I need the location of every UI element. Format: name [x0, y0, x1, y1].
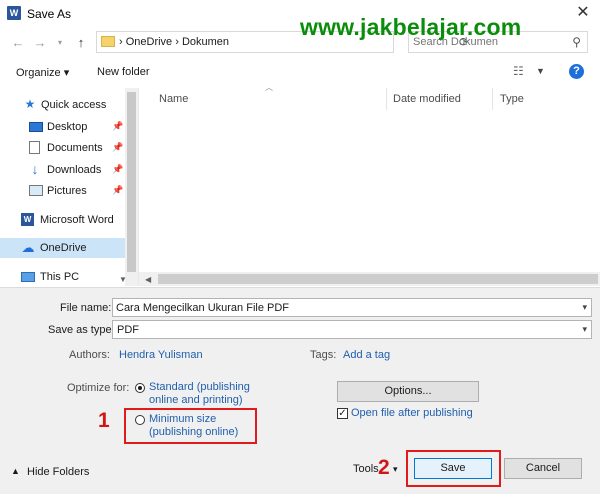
authors-value[interactable]: Hendra Yulisman	[119, 349, 203, 361]
sidebar-item-label: Downloads	[47, 164, 102, 176]
authors-label: Authors:	[69, 349, 110, 361]
file-name-combobox[interactable]: ▾	[112, 298, 592, 317]
file-name-label: File name:	[60, 302, 112, 314]
tags-label: Tags:	[310, 349, 337, 361]
chevron-down-icon[interactable]: ▾	[582, 324, 587, 335]
file-name-input[interactable]	[116, 301, 570, 314]
options-button[interactable]: Options...	[337, 381, 479, 402]
chevron-down-icon[interactable]: ▾	[393, 464, 398, 475]
pin-icon[interactable]: 📌	[112, 142, 123, 153]
download-arrow-icon: ↓	[31, 161, 39, 177]
desktop-icon	[29, 122, 43, 132]
open-after-publishing-checkbox[interactable]: ✓	[337, 408, 348, 419]
minimum-size-radio[interactable]	[135, 415, 145, 425]
sidebar-item-label: Documents	[47, 142, 103, 154]
star-icon: ★	[24, 97, 36, 111]
minimum-size-option-line2[interactable]: (publishing online)	[149, 426, 238, 438]
recent-locations-button[interactable]: ▾	[52, 35, 68, 51]
step-2-marker: 2	[378, 456, 390, 479]
chevron-up-icon[interactable]: ▲	[11, 466, 20, 476]
sidebar-item-documents[interactable]: Documents 📌	[0, 138, 125, 158]
open-after-publishing-label[interactable]: Open file after publishing	[351, 407, 473, 419]
standard-option-line2[interactable]: online and printing)	[149, 394, 243, 406]
folder-icon	[101, 36, 115, 47]
organize-menu[interactable]: Organize ▾	[16, 66, 69, 79]
up-button[interactable]: ↑	[73, 35, 89, 51]
sidebar-item-onedrive[interactable]: ☁ OneDrive	[0, 238, 125, 258]
column-divider[interactable]	[492, 88, 493, 110]
standard-option-line1[interactable]: Standard (publishing	[149, 381, 250, 393]
column-type[interactable]: Type	[500, 93, 524, 105]
sidebar-item-label: Quick access	[41, 99, 107, 111]
chevron-down-icon[interactable]: ▾	[582, 302, 587, 313]
sidebar-item-this-pc[interactable]: This PC	[0, 267, 125, 287]
chevron-down-icon[interactable]: ▼	[536, 66, 545, 76]
add-tag-link[interactable]: Add a tag	[343, 349, 390, 361]
new-folder-button[interactable]: New folder	[97, 66, 150, 78]
scroll-left-icon[interactable]: ◀	[145, 275, 151, 284]
help-icon[interactable]: ?	[569, 64, 584, 79]
column-divider[interactable]	[386, 88, 387, 110]
tools-menu[interactable]: Tools	[353, 463, 379, 475]
watermark-text: www.jakbelajar.com	[300, 14, 522, 40]
save-as-type-select[interactable]: PDF ▾	[112, 320, 592, 339]
chevron-down-icon: ▾	[57, 38, 62, 47]
minimum-size-option-line1[interactable]: Minimum size	[149, 413, 216, 425]
save-as-type-value: PDF	[117, 324, 139, 336]
forward-button[interactable]: →	[32, 35, 48, 51]
document-icon	[29, 141, 40, 154]
arrow-left-icon: ←	[11, 35, 25, 50]
close-button[interactable]: ✕	[570, 2, 596, 24]
cloud-icon: ☁	[21, 240, 35, 255]
pin-icon[interactable]: 📌	[112, 121, 123, 132]
sidebar-scrollbar-thumb[interactable]	[127, 92, 136, 272]
sidebar-item-quick-access[interactable]: ★ Quick access	[0, 95, 125, 115]
back-button[interactable]: ←	[10, 35, 26, 51]
column-name[interactable]: Name	[159, 93, 188, 105]
sidebar-item-desktop[interactable]: Desktop 📌	[0, 117, 125, 137]
word-icon: W	[21, 213, 34, 226]
cancel-button[interactable]: Cancel	[504, 458, 582, 479]
computer-icon	[21, 272, 35, 282]
optimize-for-label: Optimize for:	[67, 382, 130, 394]
hide-folders-button[interactable]: Hide Folders	[27, 466, 89, 478]
sidebar-item-pictures[interactable]: Pictures 📌	[0, 181, 125, 201]
search-icon[interactable]: ⚲	[572, 35, 581, 49]
word-app-icon: W	[7, 6, 21, 20]
sidebar-item-microsoft-word[interactable]: W Microsoft Word	[0, 210, 125, 230]
step-1-marker: 1	[98, 409, 110, 432]
column-date-modified[interactable]: Date modified	[393, 93, 461, 105]
sidebar-item-label: Pictures	[47, 185, 87, 197]
save-button[interactable]: Save	[414, 458, 492, 479]
breadcrumb[interactable]: › OneDrive › Dokumen	[119, 36, 229, 48]
sidebar-item-downloads[interactable]: ↓ Downloads 📌	[0, 160, 125, 180]
scroll-down-icon[interactable]: ▼	[119, 275, 127, 284]
window-title: Save As	[27, 7, 72, 21]
pin-icon[interactable]: 📌	[112, 164, 123, 175]
horizontal-scrollbar-thumb[interactable]	[158, 274, 598, 284]
sidebar-item-label: Microsoft Word	[40, 214, 114, 226]
sidebar-item-label: This PC	[40, 271, 80, 283]
navigation-pane: ★ Quick access Desktop 📌 Documents 📌 ↓ D…	[0, 88, 139, 286]
save-as-type-label: Save as type:	[48, 324, 115, 336]
pictures-icon	[29, 185, 43, 196]
arrow-up-icon: ↑	[77, 35, 85, 50]
arrow-right-icon: →	[33, 35, 47, 50]
sidebar-item-label: Desktop	[47, 121, 88, 133]
checkmark-icon: ✓	[338, 408, 347, 419]
close-icon: ✕	[576, 4, 590, 21]
standard-radio[interactable]	[135, 383, 145, 393]
toolbar	[0, 61, 600, 87]
view-options-icon[interactable]: ☷	[513, 64, 524, 78]
sidebar-item-label: OneDrive	[40, 242, 87, 254]
sort-arrow-icon: ︿	[265, 83, 273, 92]
file-list-header: Name Date modified Type	[139, 88, 600, 110]
pin-icon[interactable]: 📌	[112, 185, 123, 196]
